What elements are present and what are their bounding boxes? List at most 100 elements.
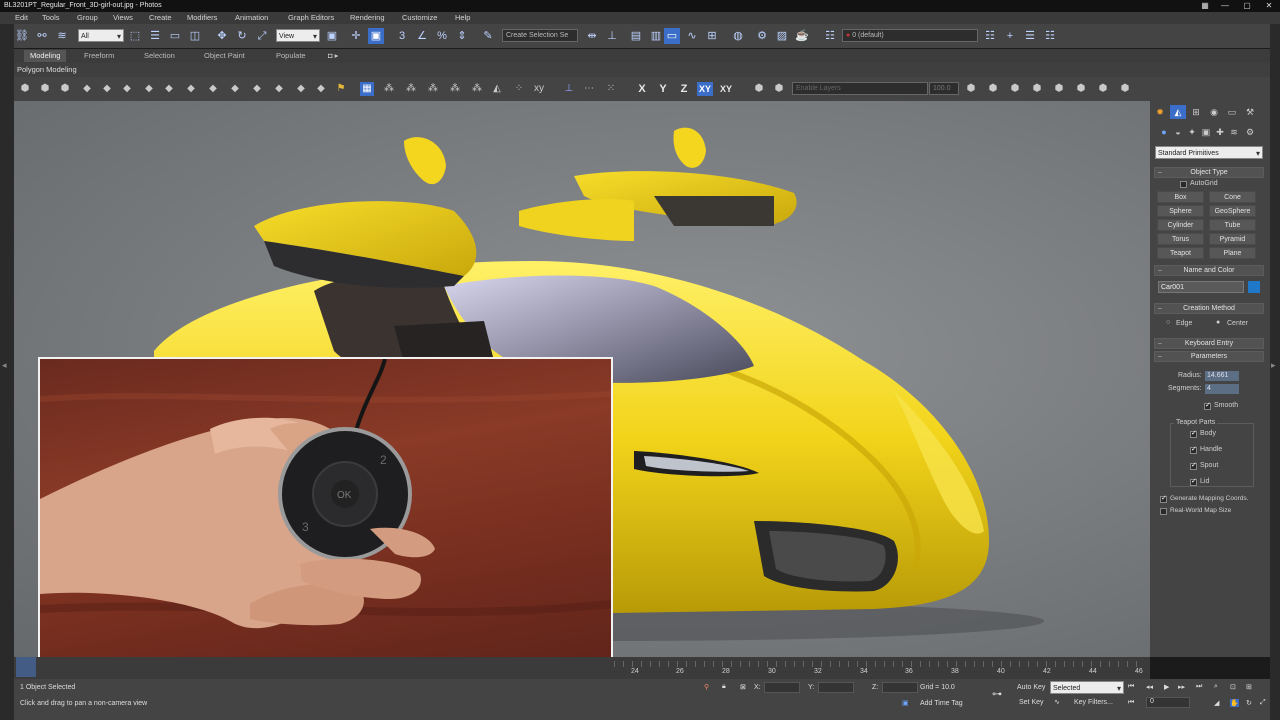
- timeline[interactable]: 24 26 28 30 32 34 36 38 40 42 44 46: [14, 657, 1150, 679]
- segments-spinner[interactable]: 4: [1205, 384, 1239, 394]
- expand-left-icon[interactable]: ◂: [2, 360, 7, 371]
- key-filters-button[interactable]: Key Filters...: [1074, 699, 1113, 706]
- tab-populate[interactable]: Populate: [276, 51, 306, 60]
- edit-geometry-icon[interactable]: ◆: [228, 82, 242, 96]
- shift-icon[interactable]: ⬢: [1008, 82, 1022, 96]
- smooth-checkbox[interactable]: [1204, 401, 1211, 410]
- constrain-y-button[interactable]: Y: [655, 82, 671, 96]
- ribbon-toggle-icon[interactable]: ▭: [664, 28, 680, 44]
- center-radio[interactable]: ●: [1216, 319, 1220, 326]
- menu-tools[interactable]: Tools: [42, 13, 60, 22]
- motion-tab-icon[interactable]: ◉: [1206, 105, 1222, 119]
- modify-mode-icon[interactable]: ⬢: [18, 82, 32, 96]
- rotate-icon[interactable]: ↻: [234, 28, 250, 44]
- swiftloop-icon[interactable]: ⁂: [404, 82, 418, 96]
- cut-icon[interactable]: ⁂: [426, 82, 440, 96]
- utilities-tab-icon[interactable]: ⚒: [1242, 105, 1258, 119]
- menu-help[interactable]: Help: [455, 13, 470, 22]
- zoom-extents-icon[interactable]: ⊞: [1246, 683, 1252, 691]
- field-of-view-icon[interactable]: ◢: [1214, 699, 1219, 707]
- create-layer-icon[interactable]: ☷: [982, 28, 998, 44]
- push-pull-icon[interactable]: ⬢: [1030, 82, 1044, 96]
- menu-rendering[interactable]: Rendering: [350, 13, 385, 22]
- layer-visibility-icon[interactable]: ●: [846, 32, 850, 39]
- percent-snap-icon[interactable]: %: [434, 28, 450, 44]
- grid-align-icon[interactable]: ⁙: [604, 82, 618, 96]
- keyboard-shortcut-override-icon[interactable]: ▣: [368, 28, 384, 44]
- schematic-view-icon[interactable]: ⊞: [704, 28, 720, 44]
- shrink-icon[interactable]: ◆: [162, 82, 176, 96]
- maximize-button[interactable]: ▢: [1236, 0, 1258, 12]
- smooth-icon[interactable]: ⁘: [512, 82, 526, 96]
- move-icon[interactable]: ✥: [214, 28, 230, 44]
- manage-layers-icon[interactable]: ☷: [822, 28, 838, 44]
- prev-frame-icon[interactable]: ◂◂: [1146, 683, 1153, 691]
- spout-checkbox[interactable]: [1190, 461, 1197, 470]
- align-icon[interactable]: ⊥: [604, 28, 620, 44]
- detach-icon[interactable]: ◆: [272, 82, 286, 96]
- name-and-color-rollout[interactable]: Name and Color: [1154, 265, 1264, 276]
- auto-key-button[interactable]: Auto Key: [1017, 684, 1045, 691]
- edge-radio[interactable]: ○: [1166, 319, 1170, 326]
- enable-layers-field[interactable]: Enable Layers: [792, 82, 928, 95]
- target-weld-icon[interactable]: ⁂: [470, 82, 484, 96]
- absolute-mode-icon[interactable]: ⊠: [740, 683, 746, 691]
- real-world-checkbox[interactable]: [1160, 508, 1167, 515]
- make-planar-icon[interactable]: ⊥: [562, 82, 576, 96]
- menu-views[interactable]: Views: [113, 13, 133, 22]
- modify-tab-icon[interactable]: ◭: [1170, 105, 1186, 119]
- next-frame-icon[interactable]: ▸▸: [1178, 683, 1185, 691]
- menu-customize[interactable]: Customize: [402, 13, 437, 22]
- render-setup-icon[interactable]: ⚙: [754, 28, 770, 44]
- render-production-icon[interactable]: ☕: [794, 28, 810, 44]
- quickslice-icon[interactable]: ⁂: [382, 82, 396, 96]
- constrain-xy-button[interactable]: XY: [697, 82, 713, 96]
- viewport-layout-icon[interactable]: [16, 657, 36, 677]
- relax-icon[interactable]: ◭: [490, 82, 504, 96]
- generate-mapping-checkbox[interactable]: [1160, 494, 1167, 503]
- isolate-icon[interactable]: ⚲: [704, 683, 709, 691]
- border-icon[interactable]: ◆: [80, 82, 94, 96]
- pan-view-icon[interactable]: ✋: [1230, 699, 1239, 707]
- torus-button[interactable]: Torus: [1157, 233, 1204, 245]
- loop-icon[interactable]: ◆: [206, 82, 220, 96]
- add-time-tag[interactable]: Add Time Tag: [920, 700, 963, 707]
- hide-unselected-icon[interactable]: ⬢: [772, 82, 786, 96]
- creation-method-rollout[interactable]: Creation Method: [1154, 303, 1264, 314]
- teapot-button[interactable]: Teapot: [1157, 247, 1204, 259]
- zoom-icon[interactable]: ⌕: [1214, 683, 1218, 691]
- box-button[interactable]: Box: [1157, 191, 1204, 203]
- soft-select-icon[interactable]: ⬢: [964, 82, 978, 96]
- object-type-rollout[interactable]: Object Type: [1154, 167, 1264, 178]
- z-coordinate-field[interactable]: [882, 682, 918, 693]
- flatten-icon[interactable]: ⬢: [1074, 82, 1088, 96]
- menu-graph-editors[interactable]: Graph Editors: [288, 13, 334, 22]
- close-button[interactable]: ✕: [1258, 0, 1280, 12]
- scale-icon[interactable]: ⤢: [254, 28, 270, 44]
- spinner-snap-icon[interactable]: ⇕: [454, 28, 470, 44]
- snap-toggle-icon[interactable]: 3: [394, 28, 410, 44]
- radius-spinner[interactable]: 14.661: [1205, 371, 1239, 381]
- ribbon-options-icon[interactable]: ◘ ▸: [328, 51, 338, 60]
- lid-checkbox[interactable]: [1190, 477, 1197, 486]
- layer-explorer-icon[interactable]: ▥: [648, 28, 664, 44]
- display-tab-icon[interactable]: ▭: [1224, 105, 1240, 119]
- bind-space-warp-icon[interactable]: ≋: [54, 28, 70, 44]
- cylinder-button[interactable]: Cylinder: [1157, 219, 1204, 231]
- geosphere-button[interactable]: GeoSphere: [1209, 205, 1256, 217]
- ring-icon[interactable]: ◆: [184, 82, 198, 96]
- tab-object-paint[interactable]: Object Paint: [204, 51, 245, 60]
- select-manipulate-icon[interactable]: ✛: [348, 28, 364, 44]
- menu-group[interactable]: Group: [77, 13, 98, 22]
- current-frame-field[interactable]: 0: [1146, 697, 1190, 708]
- create-tab-icon[interactable]: ✹: [1152, 105, 1168, 119]
- handle-checkbox[interactable]: [1190, 445, 1197, 454]
- layer-dropdown[interactable]: ● 0 (default): [842, 29, 978, 42]
- attach-icon[interactable]: ◆: [250, 82, 264, 96]
- cap-icon[interactable]: ◆: [294, 82, 308, 96]
- menu-edit[interactable]: Edit: [15, 13, 28, 22]
- goto-start-icon[interactable]: ⏮: [1128, 683, 1134, 691]
- category-dropdown[interactable]: Standard Primitives: [1155, 146, 1263, 160]
- view-align-icon[interactable]: ⋯: [582, 82, 596, 96]
- selection-lock-icon[interactable]: 🔒︎: [722, 683, 726, 691]
